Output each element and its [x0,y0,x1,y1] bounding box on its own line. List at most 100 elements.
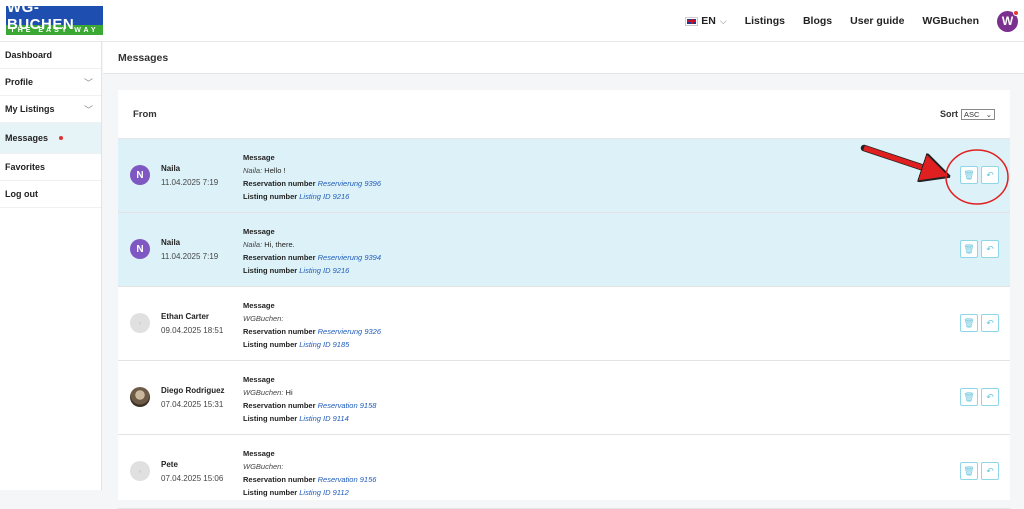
sender-photo-avatar [130,387,150,407]
delete-button[interactable]: 🗑 [960,240,978,258]
sidebar-item-favorites[interactable]: Favorites [0,154,101,181]
sender-info: Naila 11.04.2025 7:19 [161,164,218,187]
sort-select[interactable]: ASC ⌄ [961,108,995,120]
reservation-link[interactable]: Reservation 9156 [318,475,377,484]
logo-tagline: THE EASY WAY [6,25,103,35]
delete-button[interactable]: 🗑 [960,166,978,184]
sender-name: Ethan Carter [161,312,210,321]
uk-flag-icon [685,16,699,26]
sidebar-item-label: Log out [5,189,38,199]
sidebar-item-label: Dashboard [5,50,53,60]
sidebar-item-dashboard[interactable]: Dashboard [0,42,101,69]
sender-avatar: N [130,239,150,259]
sidebar-item-my-listings[interactable]: My Listings ﹀ [0,96,101,123]
message-actions: 🗑 ↶ [960,166,999,184]
reservation-link[interactable]: Reservierung 9394 [318,253,381,262]
message-text: Hi [285,388,293,397]
message-label: Message [243,227,275,236]
sidebar-item-label: Messages [5,133,49,143]
delete-button[interactable]: 🗑 [960,462,978,480]
language-selector[interactable]: EN ⌵ [685,15,727,27]
message-body: Message WGBuchen: Reservation number Res… [243,299,381,351]
message-row[interactable]: N Naila 11.04.2025 7:19 Message Naila: H… [118,213,1010,287]
sort-label: Sort [940,109,958,119]
sender-info: Diego Rodriguez 07.04.2025 15:31 [161,386,225,409]
listing-label: Listing number [243,192,298,201]
message-date: 11.04.2025 7:19 [161,252,219,261]
chevron-down-icon: ﹀ [83,77,93,88]
sort-control: Sort ASC ⌄ [940,108,995,120]
listing-link[interactable]: Listing ID 9185 [299,340,349,349]
message-body: Message Naila: Hello ! Reservation numbe… [243,151,381,203]
language-label: EN [701,15,716,27]
trash-icon: 🗑 [963,243,975,254]
message-row[interactable]: ◦ Pete 07.04.2025 15:06 Message WGBuchen… [118,435,1010,509]
sidebar-item-log-out[interactable]: Log out [0,181,101,208]
chevron-down-icon: ﹀ [83,104,93,115]
sidebar-item-label: Favorites [5,162,46,172]
listing-label: Listing number [243,488,298,497]
delete-button[interactable]: 🗑 [960,388,978,406]
message-label: Message [243,153,275,162]
nav-listings[interactable]: Listings [745,15,785,27]
listing-link[interactable]: Listing ID 9114 [299,414,348,423]
message-date: 11.04.2025 7:19 [161,178,219,187]
listing-label: Listing number [243,266,298,275]
sender-info: Pete 07.04.2025 15:06 [161,460,223,483]
reservation-label: Reservation number [243,327,316,336]
message-actions: 🗑 ↶ [960,314,999,332]
message-actions: 🗑 ↶ [960,388,999,406]
reply-button[interactable]: ↶ [981,240,999,258]
message-label: Message [243,449,275,458]
sender-info: Naila 11.04.2025 7:19 [161,238,218,261]
nav-user-name[interactable]: WGBuchen [922,15,979,27]
nav-user-guide[interactable]: User guide [850,15,904,27]
sidebar-item-label: My Listings [5,104,55,114]
reply-button[interactable]: ↶ [981,462,999,480]
listing-link[interactable]: Listing ID 9112 [299,488,348,497]
message-body: Message WGBuchen: Reservation number Res… [243,447,376,499]
message-body: Message Naila: Hi, there. Reservation nu… [243,225,381,277]
message-actions: 🗑 ↶ [960,240,999,258]
reservation-label: Reservation number [243,401,316,410]
reservation-link[interactable]: Reservation 9158 [318,401,377,410]
listing-link[interactable]: Listing ID 9216 [299,192,349,201]
message-author: Naila: [243,240,263,249]
trash-icon: 🗑 [963,465,975,476]
reply-icon: ↶ [986,317,994,328]
reply-icon: ↶ [986,169,994,180]
message-row[interactable]: N Naila 11.04.2025 7:19 Message Naila: H… [118,139,1010,213]
message-label: Message [243,375,275,384]
sidebar-item-profile[interactable]: Profile ﹀ [0,69,101,96]
message-label: Message [243,301,275,310]
top-nav: EN ⌵ Listings Blogs User guide WGBuchen … [685,0,1019,42]
reservation-link[interactable]: Reservierung 9326 [318,327,381,336]
chevron-down-icon: ⌵ [719,15,727,26]
avatar-initial: W [1001,14,1014,28]
reply-button[interactable]: ↶ [981,388,999,406]
sender-avatar: N [130,165,150,185]
wg-buchen-logo[interactable]: WG-BUCHEN THE EASY WAY [6,0,103,35]
reply-button[interactable]: ↶ [981,166,999,184]
reservation-link[interactable]: Reservierung 9396 [318,179,381,188]
message-author: WGBuchen: [243,388,284,397]
message-row[interactable]: Diego Rodriguez 07.04.2025 15:31 Message… [118,361,1010,435]
sender-name: Diego Rodriguez [161,386,225,395]
sender-name: Naila [161,238,181,247]
logo-wordmark: WG-BUCHEN [6,0,103,33]
message-author: WGBuchen: [243,462,284,471]
listing-link[interactable]: Listing ID 9216 [299,266,349,275]
reply-icon: ↶ [986,465,994,476]
message-row[interactable]: ◦ Ethan Carter 09.04.2025 18:51 Message … [118,287,1010,361]
delete-button[interactable]: 🗑 [960,314,978,332]
nav-blogs[interactable]: Blogs [803,15,832,27]
chevron-down-icon: ⌄ [985,109,992,119]
message-text: Hello ! [264,166,286,175]
user-avatar[interactable]: W [997,9,1019,32]
from-column-label: From [133,108,157,120]
reply-button[interactable]: ↶ [981,314,999,332]
default-avatar-icon: ◦ [130,461,150,481]
sidebar-item-messages[interactable]: Messages [0,123,101,154]
message-date: 07.04.2025 15:31 [161,400,224,409]
sender-info: Ethan Carter 09.04.2025 18:51 [161,312,223,335]
